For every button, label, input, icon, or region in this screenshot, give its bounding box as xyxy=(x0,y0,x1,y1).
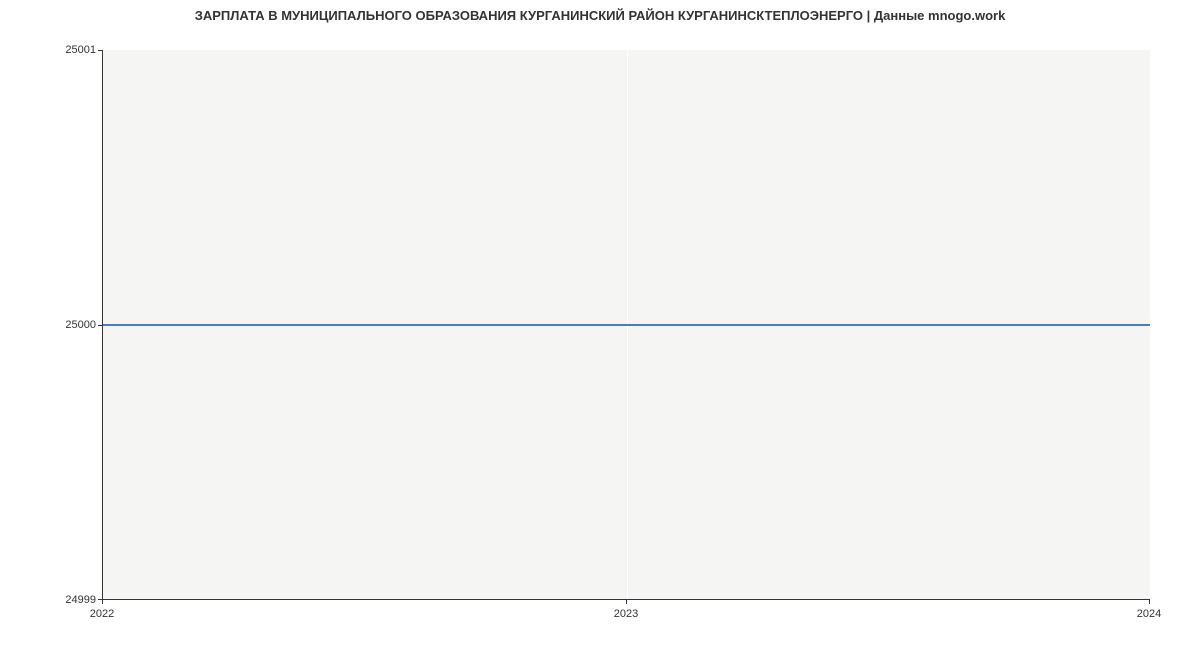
x-tick-label: 2024 xyxy=(1137,608,1161,620)
x-tick-label: 2023 xyxy=(614,608,638,620)
y-tick-mark xyxy=(98,325,102,326)
y-tick-mark xyxy=(98,50,102,51)
x-tick-mark xyxy=(626,600,627,604)
y-tick-label: 25000 xyxy=(65,319,96,331)
plot-area xyxy=(102,50,1150,600)
data-line xyxy=(103,324,1150,326)
chart-title: ЗАРПЛАТА В МУНИЦИПАЛЬНОГО ОБРАЗОВАНИЯ КУ… xyxy=(195,8,1006,23)
y-tick-label: 25001 xyxy=(65,44,96,56)
x-tick-mark xyxy=(1149,600,1150,604)
x-tick-label: 2022 xyxy=(90,608,114,620)
x-tick-mark xyxy=(102,600,103,604)
y-tick-label: 24999 xyxy=(65,594,96,606)
